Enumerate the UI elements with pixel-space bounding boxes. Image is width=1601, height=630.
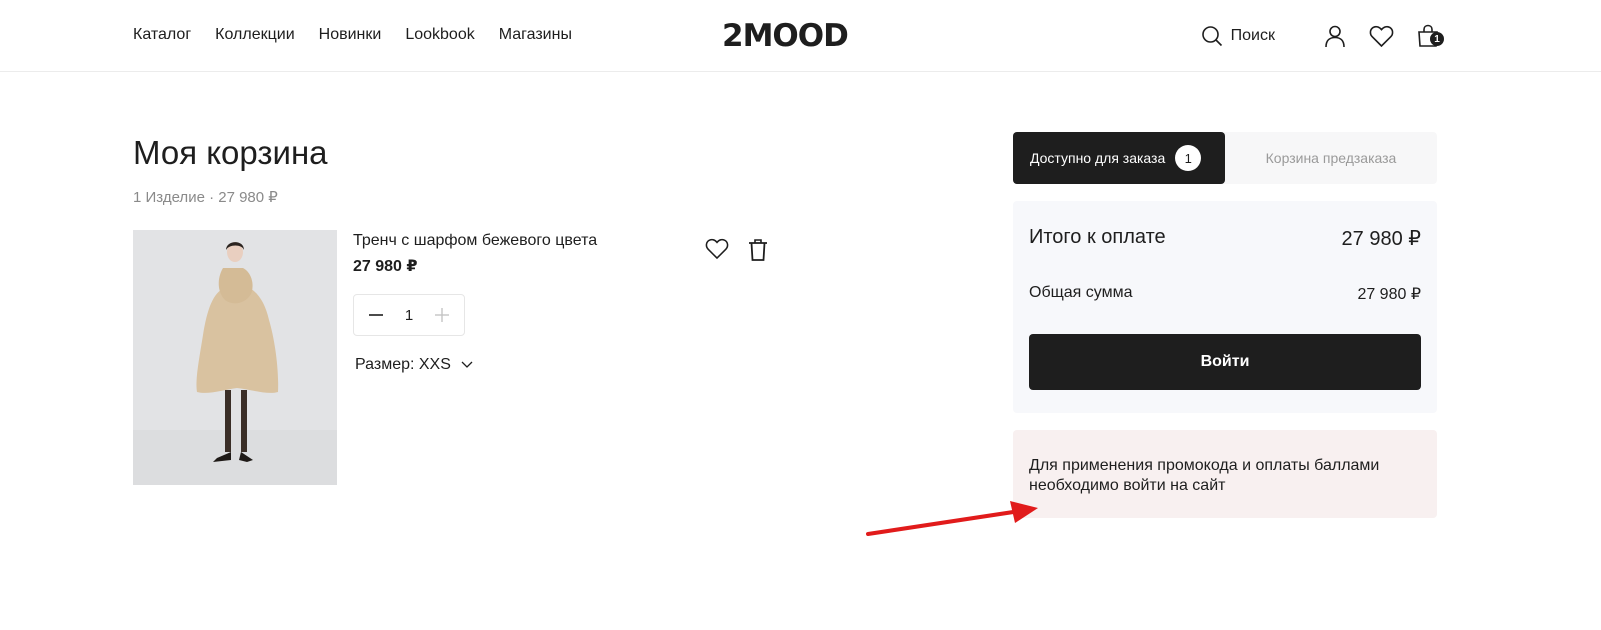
main-nav: Каталог Коллекции Новинки Lookbook Магаз…: [133, 26, 596, 44]
nav-catalog[interactable]: Каталог: [133, 26, 191, 44]
product-name[interactable]: Тренч с шарфом бежевого цвета: [353, 232, 597, 250]
sum-value: 27 980 ₽: [1357, 286, 1421, 303]
item-actions: [705, 238, 769, 262]
cart-bag-icon[interactable]: 1: [1416, 24, 1444, 48]
nav-collections[interactable]: Коллекции: [215, 26, 294, 44]
tab-available[interactable]: Доступно для заказа 1: [1013, 132, 1225, 184]
header-tools: Поиск 1: [1201, 22, 1444, 50]
order-total-box: Итого к оплате 27 980 ₽ Общая сумма 27 9…: [1013, 201, 1437, 413]
search-button[interactable]: Поиск: [1201, 25, 1275, 47]
favorites-heart-icon[interactable]: [1369, 25, 1394, 48]
size-selector[interactable]: Размер: XXS: [355, 356, 473, 374]
add-to-favorites-heart-icon[interactable]: [705, 238, 729, 262]
quantity-value: 1: [404, 306, 414, 324]
nav-new[interactable]: Новинки: [319, 26, 382, 44]
nav-stores[interactable]: Магазины: [499, 26, 572, 44]
promo-notice: Для применения промокода и оплаты баллам…: [1013, 430, 1437, 518]
site-logo[interactable]: 2MOOD: [722, 18, 849, 54]
total-value: 27 980 ₽: [1341, 228, 1421, 250]
decrease-minus-icon[interactable]: [368, 307, 384, 323]
size-label: Размер: XXS: [355, 356, 451, 373]
cart-tabs: Доступно для заказа 1 Корзина предзаказа: [1013, 132, 1437, 184]
product-price: 27 980 ₽: [353, 258, 418, 275]
tab-available-label: Доступно для заказа: [1030, 150, 1166, 166]
search-icon: [1201, 26, 1222, 47]
increase-plus-icon[interactable]: [434, 307, 450, 323]
chevron-down-icon: [461, 361, 473, 368]
cart-count-badge: 1: [1430, 32, 1444, 46]
login-button[interactable]: Войти: [1029, 334, 1421, 390]
site-header: Каталог Коллекции Новинки Lookbook Магаз…: [0, 0, 1601, 72]
product-image[interactable]: [133, 230, 337, 485]
cart-summary: 1 Изделие · 27 980 ₽: [133, 189, 278, 206]
tab-preorder[interactable]: Корзина предзаказа: [1225, 132, 1437, 184]
search-label: Поиск: [1230, 27, 1275, 44]
delete-trash-icon[interactable]: [747, 238, 769, 262]
sum-label: Общая сумма: [1029, 284, 1133, 301]
nav-lookbook[interactable]: Lookbook: [405, 26, 474, 44]
tab-available-count: 1: [1175, 145, 1202, 171]
quantity-stepper: 1: [353, 294, 465, 336]
user-icon[interactable]: [1323, 24, 1347, 48]
total-label: Итого к оплате: [1029, 226, 1166, 248]
red-arrow-annotation: [866, 501, 1038, 536]
page-title: Моя корзина: [133, 134, 328, 171]
